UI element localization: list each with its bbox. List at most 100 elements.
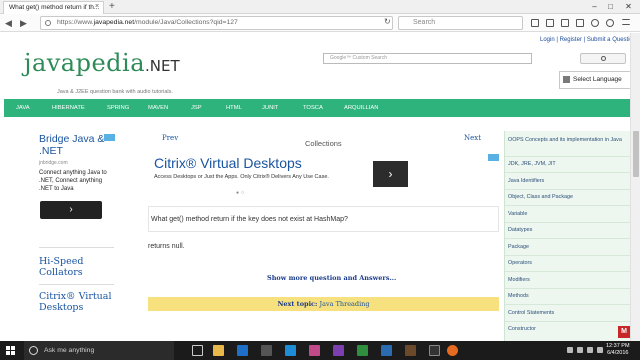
app-icon[interactable] — [381, 345, 392, 356]
reading-list-icon[interactable] — [546, 19, 554, 27]
windows-start-icon[interactable] — [6, 346, 15, 355]
language-select[interactable]: Select Language — [559, 71, 632, 89]
edge-icon[interactable] — [237, 345, 248, 356]
menu-item-maven[interactable]: MAVEN — [148, 99, 168, 117]
back-icon[interactable]: ◀ — [5, 17, 12, 29]
forward-icon[interactable]: ▶ — [20, 17, 27, 29]
app-icon[interactable] — [333, 345, 344, 356]
show-more-link[interactable]: Show more question and Answers... — [267, 274, 396, 282]
pocket-icon[interactable] — [591, 19, 599, 27]
menu-item-arquillian[interactable]: ARQUILLIAN — [344, 99, 378, 117]
mcafee-icon[interactable]: M — [618, 326, 630, 338]
network-icon[interactable] — [577, 347, 583, 353]
right-nav-item[interactable]: Variable — [508, 211, 626, 218]
citrix-ad[interactable]: Citrix® Virtual Desktops Access Desktops… — [148, 151, 500, 191]
right-nav-item[interactable]: Object, Class and Package — [508, 194, 626, 201]
divider — [505, 271, 631, 272]
next-topic-link[interactable]: Java Threading — [319, 300, 369, 308]
divider — [505, 321, 631, 322]
right-nav-item[interactable]: Package — [508, 244, 626, 251]
search-placeholder: Search — [413, 19, 436, 26]
divider — [505, 222, 631, 223]
sync-icon[interactable] — [606, 19, 614, 27]
terminal-icon[interactable] — [429, 345, 440, 356]
site-info-icon[interactable] — [45, 20, 51, 26]
right-nav-item[interactable]: Modifiers — [508, 277, 626, 284]
browser-tab[interactable]: What get() method return if th... — [3, 1, 104, 14]
page-scrollbar[interactable] — [630, 33, 640, 341]
tab-close-icon[interactable]: × — [95, 1, 99, 13]
clock-date: 6/4/2016 — [607, 350, 629, 356]
left-ad-title[interactable]: Bridge Java & .NET — [39, 133, 114, 157]
menu-item-tosca[interactable]: TOSCA — [303, 99, 323, 117]
custom-search-button[interactable] — [580, 53, 626, 64]
volume-icon[interactable] — [587, 347, 593, 353]
left-ad-arrow-button[interactable]: › — [40, 201, 102, 219]
ad-choices-icon[interactable] — [104, 134, 115, 141]
star-icon[interactable] — [531, 19, 539, 27]
carousel-dots[interactable]: ●○ — [236, 190, 246, 196]
next-link[interactable]: Next — [464, 134, 481, 142]
menu-item-hibernate[interactable]: HIBERNATE — [52, 99, 85, 117]
web-page: javapedia.NET Java & J2EE question bank … — [0, 33, 640, 341]
home-icon[interactable] — [576, 19, 584, 27]
site-tagline: Java & J2EE question bank with audio tut… — [57, 89, 173, 95]
task-view-icon[interactable] — [192, 345, 203, 356]
ad-choices-icon[interactable] — [488, 154, 499, 161]
file-explorer-icon[interactable] — [213, 345, 224, 356]
url-prefix: https://www. — [57, 19, 94, 26]
scrollbar-thumb[interactable] — [633, 131, 639, 177]
browser-search-input[interactable]: Search — [398, 16, 523, 30]
app-icon[interactable] — [405, 345, 416, 356]
next-topic-bar: Next topic: Java Threading — [148, 297, 499, 311]
divider — [505, 205, 631, 206]
reload-icon[interactable]: ↻ — [384, 17, 391, 26]
divider — [505, 156, 631, 157]
taskbar-clock[interactable]: 12:37 PM 6/4/2016 — [606, 343, 630, 357]
right-nav-item[interactable]: Control Statements — [508, 310, 626, 317]
top-links: Login | Register | Submit a Question — [540, 37, 637, 43]
right-nav-item[interactable]: JDK, JRE, JVM, JIT — [508, 161, 626, 168]
divider — [505, 288, 631, 289]
right-nav-item[interactable]: Java Identifiers — [508, 178, 626, 185]
submit-question-link[interactable]: Submit a Question — [587, 37, 636, 43]
right-nav-item[interactable]: Datatypes — [508, 227, 626, 234]
site-logo[interactable]: javapedia.NET — [24, 49, 180, 77]
minimize-icon[interactable]: – — [586, 0, 603, 13]
maximize-icon[interactable]: □ — [602, 0, 619, 13]
url-bar[interactable]: https://www.javapedia.net/module/Java/Co… — [40, 16, 393, 30]
menu-item-spring[interactable]: SPRING — [107, 99, 129, 117]
firefox-icon[interactable] — [447, 345, 458, 356]
left-ad[interactable]: Bridge Java & .NET jnbridge.com Connect … — [39, 133, 114, 193]
app-icon[interactable] — [357, 345, 368, 356]
right-nav-item[interactable]: Methods — [508, 293, 626, 300]
right-nav-item[interactable]: Operators — [508, 260, 626, 267]
menu-item-jsp[interactable]: JSP — [191, 99, 202, 117]
right-nav-item[interactable]: OOPS Concepts and its implementation in … — [508, 137, 626, 144]
menu-item-java[interactable]: JAVA — [16, 99, 30, 117]
divider — [505, 238, 631, 239]
citrix-ad-title[interactable]: Citrix® Virtual Desktops — [154, 155, 302, 171]
register-link[interactable]: Register — [560, 37, 582, 43]
divider — [39, 284, 114, 285]
store-icon[interactable] — [261, 345, 272, 356]
prev-link[interactable]: Prev — [162, 134, 178, 142]
window-close-icon[interactable]: ✕ — [620, 0, 637, 13]
menu-icon[interactable] — [622, 19, 630, 25]
download-icon[interactable] — [561, 19, 569, 27]
app-icon[interactable] — [285, 345, 296, 356]
cortana-search-box[interactable]: Ask me anything — [24, 341, 174, 360]
keyboard-icon[interactable] — [597, 347, 603, 353]
menu-item-junit[interactable]: JUNIT — [262, 99, 278, 117]
login-link[interactable]: Login — [540, 37, 555, 43]
divider — [505, 255, 631, 256]
side-link-citrix[interactable]: Citrix® Virtual Desktops — [39, 291, 114, 313]
new-tab-button[interactable]: + — [109, 0, 115, 13]
menu-item-html[interactable]: HTML — [226, 99, 242, 117]
citrix-ad-arrow-button[interactable]: › — [373, 161, 408, 187]
tray-arrow-icon[interactable] — [567, 347, 573, 353]
custom-search-input[interactable]: Google™ Custom Search — [323, 53, 532, 64]
side-link-collators[interactable]: Hi-Speed Collators — [39, 256, 114, 278]
app-icon[interactable] — [309, 345, 320, 356]
right-nav-item[interactable]: Constructor — [508, 326, 626, 333]
